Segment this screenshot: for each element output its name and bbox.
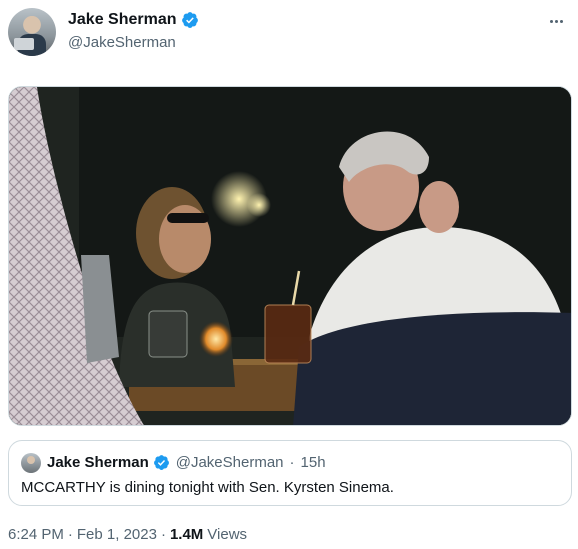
quoted-tweet[interactable]: Jake Sherman @JakeSherman · 15h MCCARTHY… bbox=[8, 440, 572, 506]
photo-man-hand bbox=[419, 181, 459, 233]
photo-illustration bbox=[9, 87, 571, 425]
quoted-author-row: Jake Sherman @JakeSherman · 15h bbox=[47, 454, 326, 471]
tweet-time[interactable]: 6:24 PM bbox=[8, 526, 64, 543]
photo-water-glass bbox=[148, 310, 188, 358]
views-label: Views bbox=[207, 526, 248, 543]
quoted-author-handle[interactable]: @JakeSherman bbox=[176, 454, 284, 471]
verified-badge-icon bbox=[181, 12, 198, 28]
photo-drink bbox=[264, 304, 312, 364]
meta-separator: · bbox=[160, 526, 166, 543]
quoted-author-display-name[interactable]: Jake Sherman bbox=[47, 454, 149, 471]
quoted-separator: · bbox=[289, 454, 295, 471]
tweet-photo[interactable] bbox=[8, 86, 572, 426]
more-dot bbox=[559, 19, 563, 23]
tweet-date[interactable]: Feb 1, 2023 bbox=[77, 526, 157, 543]
more-dot bbox=[554, 19, 558, 23]
author-name-row: Jake Sherman bbox=[68, 11, 199, 29]
photo-lamp-glow-2 bbox=[247, 193, 271, 217]
author-avatar[interactable] bbox=[8, 8, 56, 56]
tweet-header: Jake Sherman @JakeSherman bbox=[8, 8, 570, 60]
verified-badge-icon bbox=[153, 455, 169, 470]
quoted-tweet-text: MCCARTHY is dining tonight with Sen. Kyr… bbox=[21, 479, 394, 496]
quoted-time-ago[interactable]: 15h bbox=[301, 454, 326, 471]
photo-candle bbox=[199, 321, 233, 357]
more-horizontal-icon[interactable] bbox=[544, 12, 568, 30]
meta-separator: · bbox=[67, 526, 73, 543]
author-display-name[interactable]: Jake Sherman bbox=[68, 11, 177, 29]
author-handle[interactable]: @JakeSherman bbox=[68, 34, 176, 51]
photo-glasses bbox=[167, 213, 209, 223]
more-dot bbox=[549, 19, 553, 23]
quoted-author-avatar[interactable] bbox=[21, 453, 41, 473]
avatar-laptop bbox=[14, 38, 34, 50]
views-count[interactable]: 1.4M bbox=[170, 526, 203, 543]
tweet-meta: 6:24 PM · Feb 1, 2023 · 1.4M Views bbox=[8, 526, 247, 543]
